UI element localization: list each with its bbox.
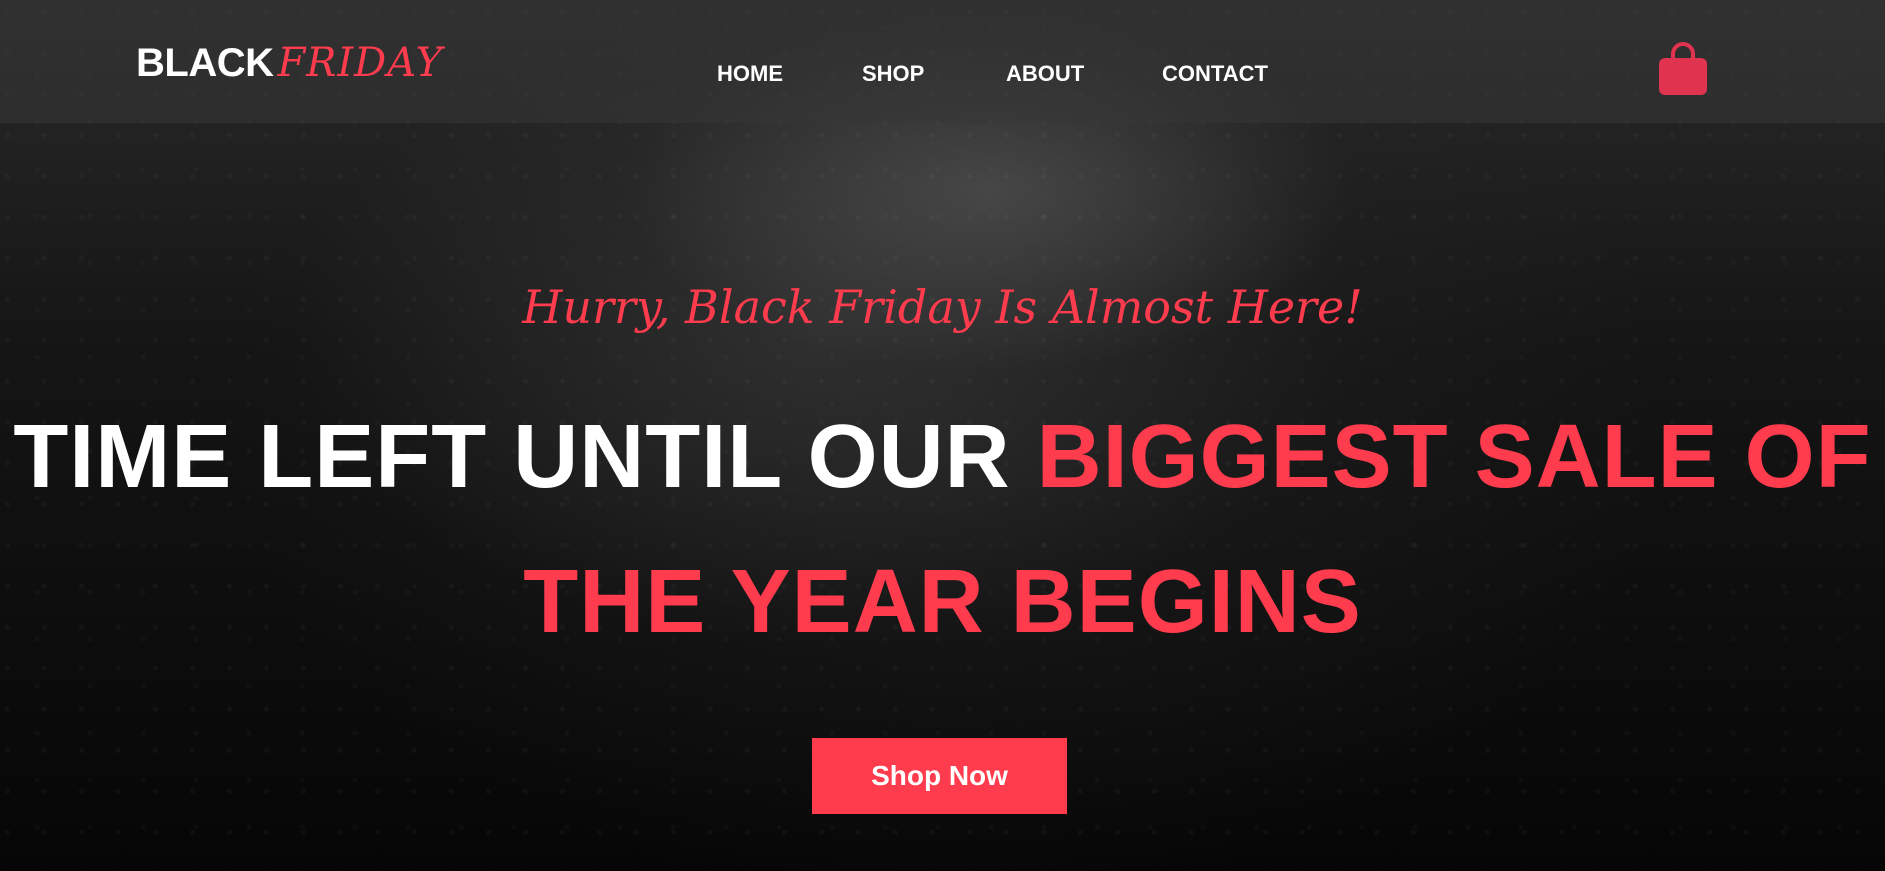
nav-contact[interactable]: CONTACT — [1162, 61, 1268, 87]
hero-title: TIME LEFT UNTIL OUR BIGGEST SALE OF THE … — [0, 385, 1885, 675]
navbar: BLACK FRIDAY HOME SHOP ABOUT CONTACT — [0, 0, 1885, 123]
nav-shop[interactable]: SHOP — [862, 61, 1006, 87]
main-nav: HOME SHOP ABOUT CONTACT — [717, 61, 1268, 87]
hero-subtitle: Hurry, Black Friday Is Almost Here! — [522, 280, 1363, 334]
page: BLACK FRIDAY HOME SHOP ABOUT CONTACT Hur… — [0, 0, 1885, 871]
nav-about[interactable]: ABOUT — [1006, 61, 1162, 87]
hero-title-accent-line2: THE YEAR BEGINS — [523, 552, 1362, 652]
hero-title-accent-line1: BIGGEST SALE OF — [1036, 407, 1872, 507]
logo-black-text: BLACK — [136, 41, 274, 85]
logo[interactable]: BLACK FRIDAY — [136, 40, 443, 86]
shop-now-button[interactable]: Shop Now — [812, 738, 1067, 814]
hero-title-white: TIME LEFT UNTIL OUR — [13, 407, 1037, 507]
logo-friday-text: FRIDAY — [277, 40, 443, 86]
nav-home[interactable]: HOME — [717, 61, 862, 87]
shopping-bag-icon[interactable] — [1658, 42, 1708, 96]
